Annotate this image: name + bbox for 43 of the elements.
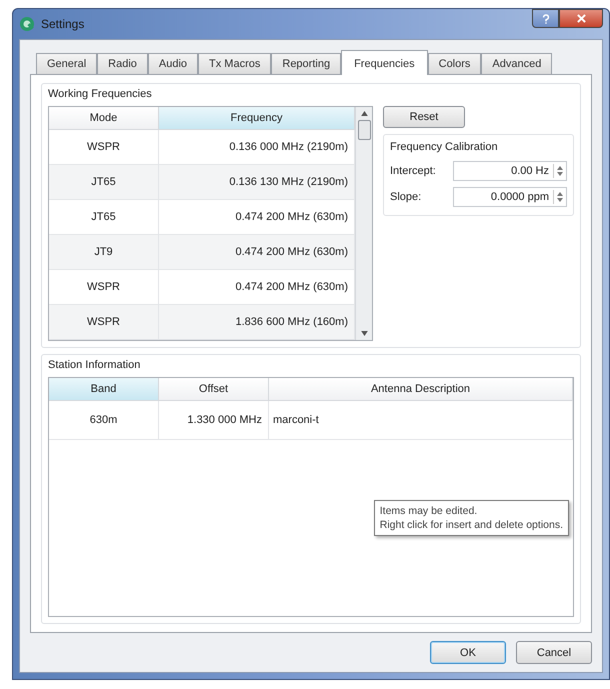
group-title: Station Information bbox=[48, 359, 142, 371]
window-title: Settings bbox=[41, 17, 84, 31]
dialog-button[interactable]: Cancel bbox=[516, 641, 592, 664]
down-arrow-icon[interactable] bbox=[360, 331, 368, 336]
app-icon bbox=[19, 16, 35, 32]
spin-field[interactable]: 0.0000 ppm bbox=[453, 187, 567, 207]
table-cell: WSPR bbox=[49, 130, 159, 164]
dialog-button[interactable]: OK bbox=[430, 641, 506, 664]
column-header[interactable]: Antenna Description bbox=[269, 378, 573, 400]
spin-field[interactable]: 0.00 Hz bbox=[453, 161, 567, 181]
table-cell: JT9 bbox=[49, 235, 159, 269]
tab[interactable]: Audio bbox=[148, 53, 198, 74]
table-cell: WSPR bbox=[49, 305, 159, 339]
help-button[interactable] bbox=[532, 9, 559, 28]
tab[interactable]: General bbox=[36, 53, 98, 74]
scrollbar-thumb[interactable] bbox=[358, 120, 370, 140]
tooltip: Items may be edited. Right click for insert and delete options. bbox=[374, 500, 569, 536]
field-label: Slope: bbox=[390, 191, 422, 203]
table-cell: JT65 bbox=[49, 200, 159, 234]
up-arrow-icon[interactable] bbox=[360, 111, 368, 116]
column-header[interactable]: Offset bbox=[159, 378, 269, 400]
question-mark-icon bbox=[542, 14, 550, 24]
tab[interactable]: Reporting bbox=[271, 53, 342, 74]
reset-button[interactable]: Reset bbox=[383, 106, 465, 128]
table-cell: WSPR bbox=[49, 270, 159, 304]
group-title: Frequency Calibration bbox=[390, 141, 499, 153]
close-button[interactable] bbox=[559, 9, 603, 28]
field-label: Intercept: bbox=[390, 165, 436, 177]
table-cell: 1.330 000 MHz bbox=[159, 401, 269, 439]
column-header[interactable]: Frequency bbox=[159, 107, 355, 129]
group-title: Working Frequencies bbox=[48, 88, 153, 100]
tab[interactable]: Radio bbox=[97, 53, 148, 74]
tab[interactable]: Tx Macros bbox=[198, 53, 272, 74]
tab[interactable]: Frequencies bbox=[341, 50, 428, 75]
table-cell: JT65 bbox=[49, 165, 159, 199]
spin-arrows-icon[interactable] bbox=[553, 164, 566, 178]
tab[interactable]: Colors bbox=[428, 53, 482, 74]
close-icon bbox=[576, 14, 586, 23]
tab[interactable]: Advanced bbox=[481, 53, 552, 74]
table-cell: marconi-t bbox=[269, 401, 573, 439]
table-cell: 630m bbox=[49, 401, 159, 439]
spin-arrows-icon[interactable] bbox=[553, 190, 566, 204]
column-header[interactable]: Band bbox=[49, 378, 159, 400]
